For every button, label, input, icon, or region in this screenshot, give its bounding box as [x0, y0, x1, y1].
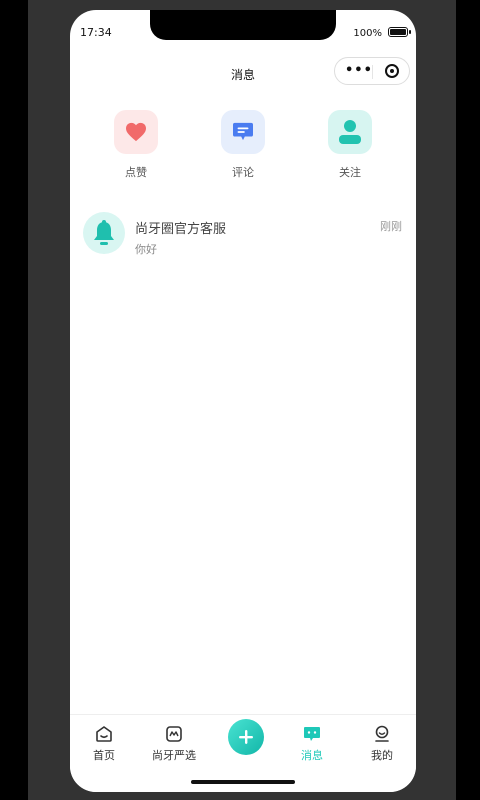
tab-mine[interactable]: 我的	[352, 725, 412, 763]
avatar	[83, 212, 125, 254]
like-label: 点赞	[125, 166, 147, 179]
message-time: 刚刚	[380, 220, 402, 233]
tab-select-label: 尚牙严选	[152, 749, 196, 762]
bell-icon	[94, 220, 114, 245]
list-item[interactable]: 尚牙圈官方客服 你好 刚刚	[70, 210, 416, 262]
user-icon	[339, 120, 361, 144]
tab-select[interactable]: 尚牙严选	[144, 725, 204, 763]
status-time: 17:34	[80, 26, 112, 39]
home-icon	[96, 726, 112, 742]
quick-action-follow[interactable]: 关注	[320, 110, 380, 180]
heart-icon	[126, 122, 146, 142]
comment-label: 评论	[232, 166, 254, 179]
tab-home-label: 首页	[93, 749, 115, 762]
more-icon[interactable]: •••	[345, 64, 373, 77]
shop-icon	[166, 726, 182, 742]
tab-home[interactable]: 首页	[74, 725, 134, 763]
quick-action-comment[interactable]: 评论	[213, 110, 273, 180]
close-target-icon[interactable]	[385, 64, 399, 78]
add-post-button[interactable]	[228, 719, 264, 755]
profile-icon	[375, 725, 389, 742]
mini-program-capsule: •••	[334, 57, 410, 85]
tab-message[interactable]: 消息	[282, 725, 342, 763]
phone-screen: 17:34 100% 消息 ••• 点赞 评论 关注 尚牙圈官方客服 你好 刚刚…	[70, 10, 416, 792]
battery-icon	[388, 27, 411, 37]
plus-icon	[239, 730, 253, 744]
message-icon	[304, 727, 320, 741]
tab-message-label: 消息	[301, 749, 323, 762]
comment-icon	[233, 122, 253, 141]
like-icon-wrap	[114, 110, 158, 154]
left-backdrop	[0, 0, 28, 800]
quick-action-like[interactable]: 点赞	[106, 110, 166, 180]
follow-icon-wrap	[328, 110, 372, 154]
battery-percent: 100%	[353, 28, 382, 39]
tab-mine-label: 我的	[371, 749, 393, 762]
capsule-divider	[372, 65, 373, 79]
home-indicator	[191, 780, 295, 784]
message-preview: 你好	[135, 243, 157, 256]
message-sender: 尚牙圈官方客服	[135, 222, 227, 237]
comment-icon-wrap	[221, 110, 265, 154]
notch	[150, 10, 336, 40]
follow-label: 关注	[339, 166, 361, 179]
right-backdrop	[456, 0, 480, 800]
